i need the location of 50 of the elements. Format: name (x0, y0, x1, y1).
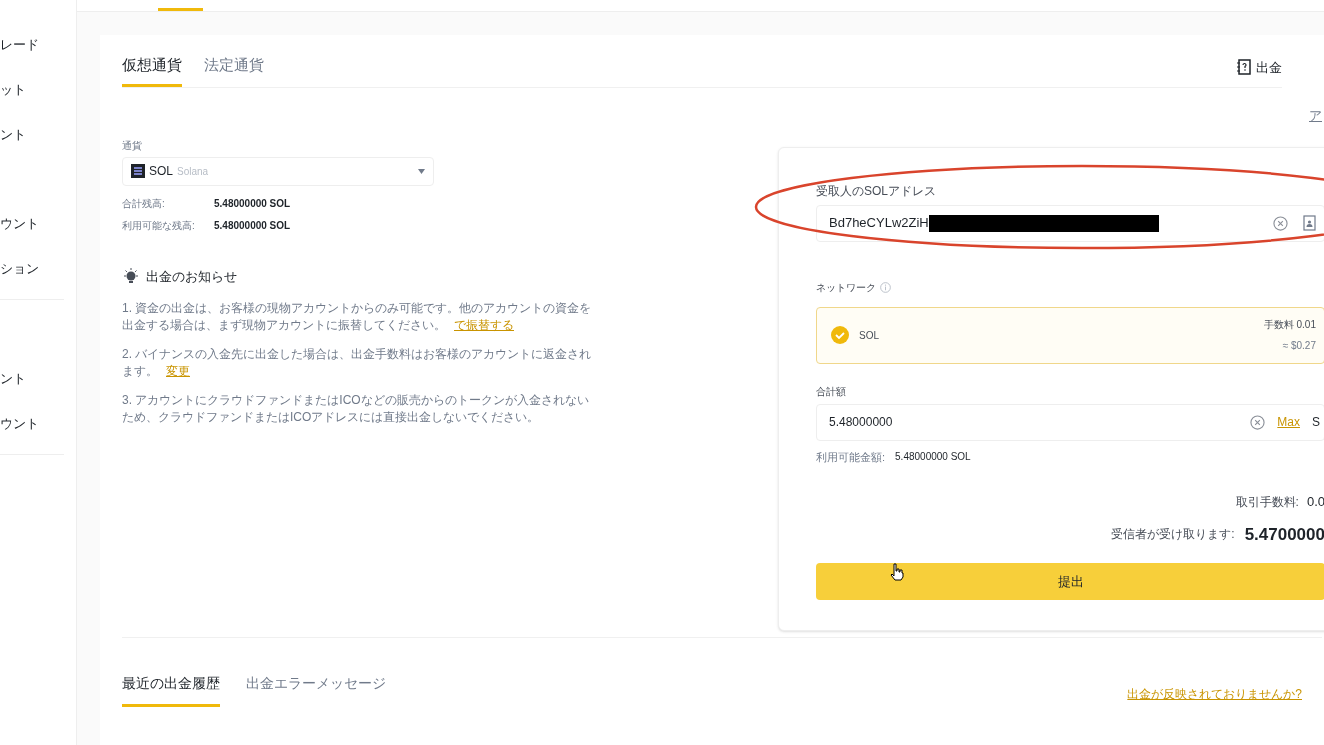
notice-title: 出金のお知らせ (146, 267, 237, 286)
top-right-link[interactable]: ア (1309, 106, 1322, 126)
currency-select[interactable]: SOL Solana (122, 156, 434, 186)
address-book-icon[interactable] (1302, 215, 1316, 231)
field-label: 合計額 (816, 384, 847, 399)
receive-label: 受信者が受け取ります: (1111, 526, 1235, 544)
network-fee: 手数料 0.01 (1263, 318, 1316, 332)
network-fee-usd: ≈ $0.27 (1282, 339, 1316, 353)
notice-text: 2. バイナンスの入金先に出金した場合は、出金手数料はお客様のアカウントに返金されます。 変更 (122, 346, 592, 380)
notice-text: 1. 資金の出金は、お客様の現物アカウントからのみ可能です。他のアカウントの資金を出金する場合は、まず現物アカウントに振替してください。 で振替する (122, 300, 592, 334)
history-tab[interactable]: 最近の出金履歴 (122, 672, 220, 707)
network-name: SOL (859, 328, 879, 343)
balance-value: 5.48000000 SOL (214, 196, 291, 211)
sidebar-item[interactable]: ント (0, 369, 76, 389)
lightbulb-icon (122, 267, 140, 286)
fee-label: 取引手数料: (1235, 493, 1299, 511)
field-label: 通貨 (122, 138, 143, 153)
balance-label: 利用可能な残高: (122, 218, 196, 233)
sidebar-item[interactable]: ウント (0, 214, 76, 234)
currency-tab[interactable]: 仮想通貨 (122, 53, 182, 87)
balance-label: 合計残高: (122, 196, 166, 211)
clear-icon[interactable] (1273, 215, 1288, 231)
field-label: ネットワーク (816, 280, 876, 295)
receive-value: 5.4700000 (1244, 523, 1324, 546)
submit-button[interactable]: 提出 (816, 563, 1324, 600)
notice-text: 3. アカウントにクラウドファンドまたはICOなどの販売からのトークンが入金されないため、クラウドファンドまたはICOアドレスには直接出金しないでください。 (122, 392, 590, 426)
balance-value: 5.48000000 SOL (214, 218, 291, 233)
caret-icon (418, 168, 425, 174)
available-value: 5.48000000 SOL (895, 450, 971, 465)
available-label: 利用可能金額: (816, 449, 886, 465)
sidebar-item[interactable]: ション (0, 259, 76, 279)
amount-field[interactable]: 5.48000000 Max S (816, 403, 1324, 441)
history-tab[interactable]: 出金エラーメッセージ (246, 672, 386, 707)
coin-icon (131, 164, 145, 178)
info-icon (880, 281, 891, 293)
sidebar-item[interactable]: ウント (0, 414, 76, 434)
hand-cursor-icon (890, 563, 904, 581)
address-field[interactable]: Bd7heCYLw2ZiH (816, 204, 1324, 242)
currency-tab[interactable]: 法定通貨 (204, 53, 264, 87)
clear-icon[interactable] (1250, 414, 1266, 430)
help-book-icon (1237, 59, 1251, 76)
sidebar-item[interactable]: レード (0, 35, 76, 55)
check-icon (831, 326, 849, 344)
sidebar-item[interactable]: ント (0, 125, 76, 145)
field-label: 受取人のSOLアドレス (816, 182, 937, 200)
network-option[interactable]: SOL 手数料 0.01 ≈ $0.27 (816, 306, 1324, 364)
help-link[interactable]: 出金 (1256, 57, 1282, 77)
unit-label: S (1312, 414, 1320, 431)
sidebar-item[interactable]: ット (0, 80, 76, 100)
fee-value: 0.0 (1306, 493, 1324, 511)
